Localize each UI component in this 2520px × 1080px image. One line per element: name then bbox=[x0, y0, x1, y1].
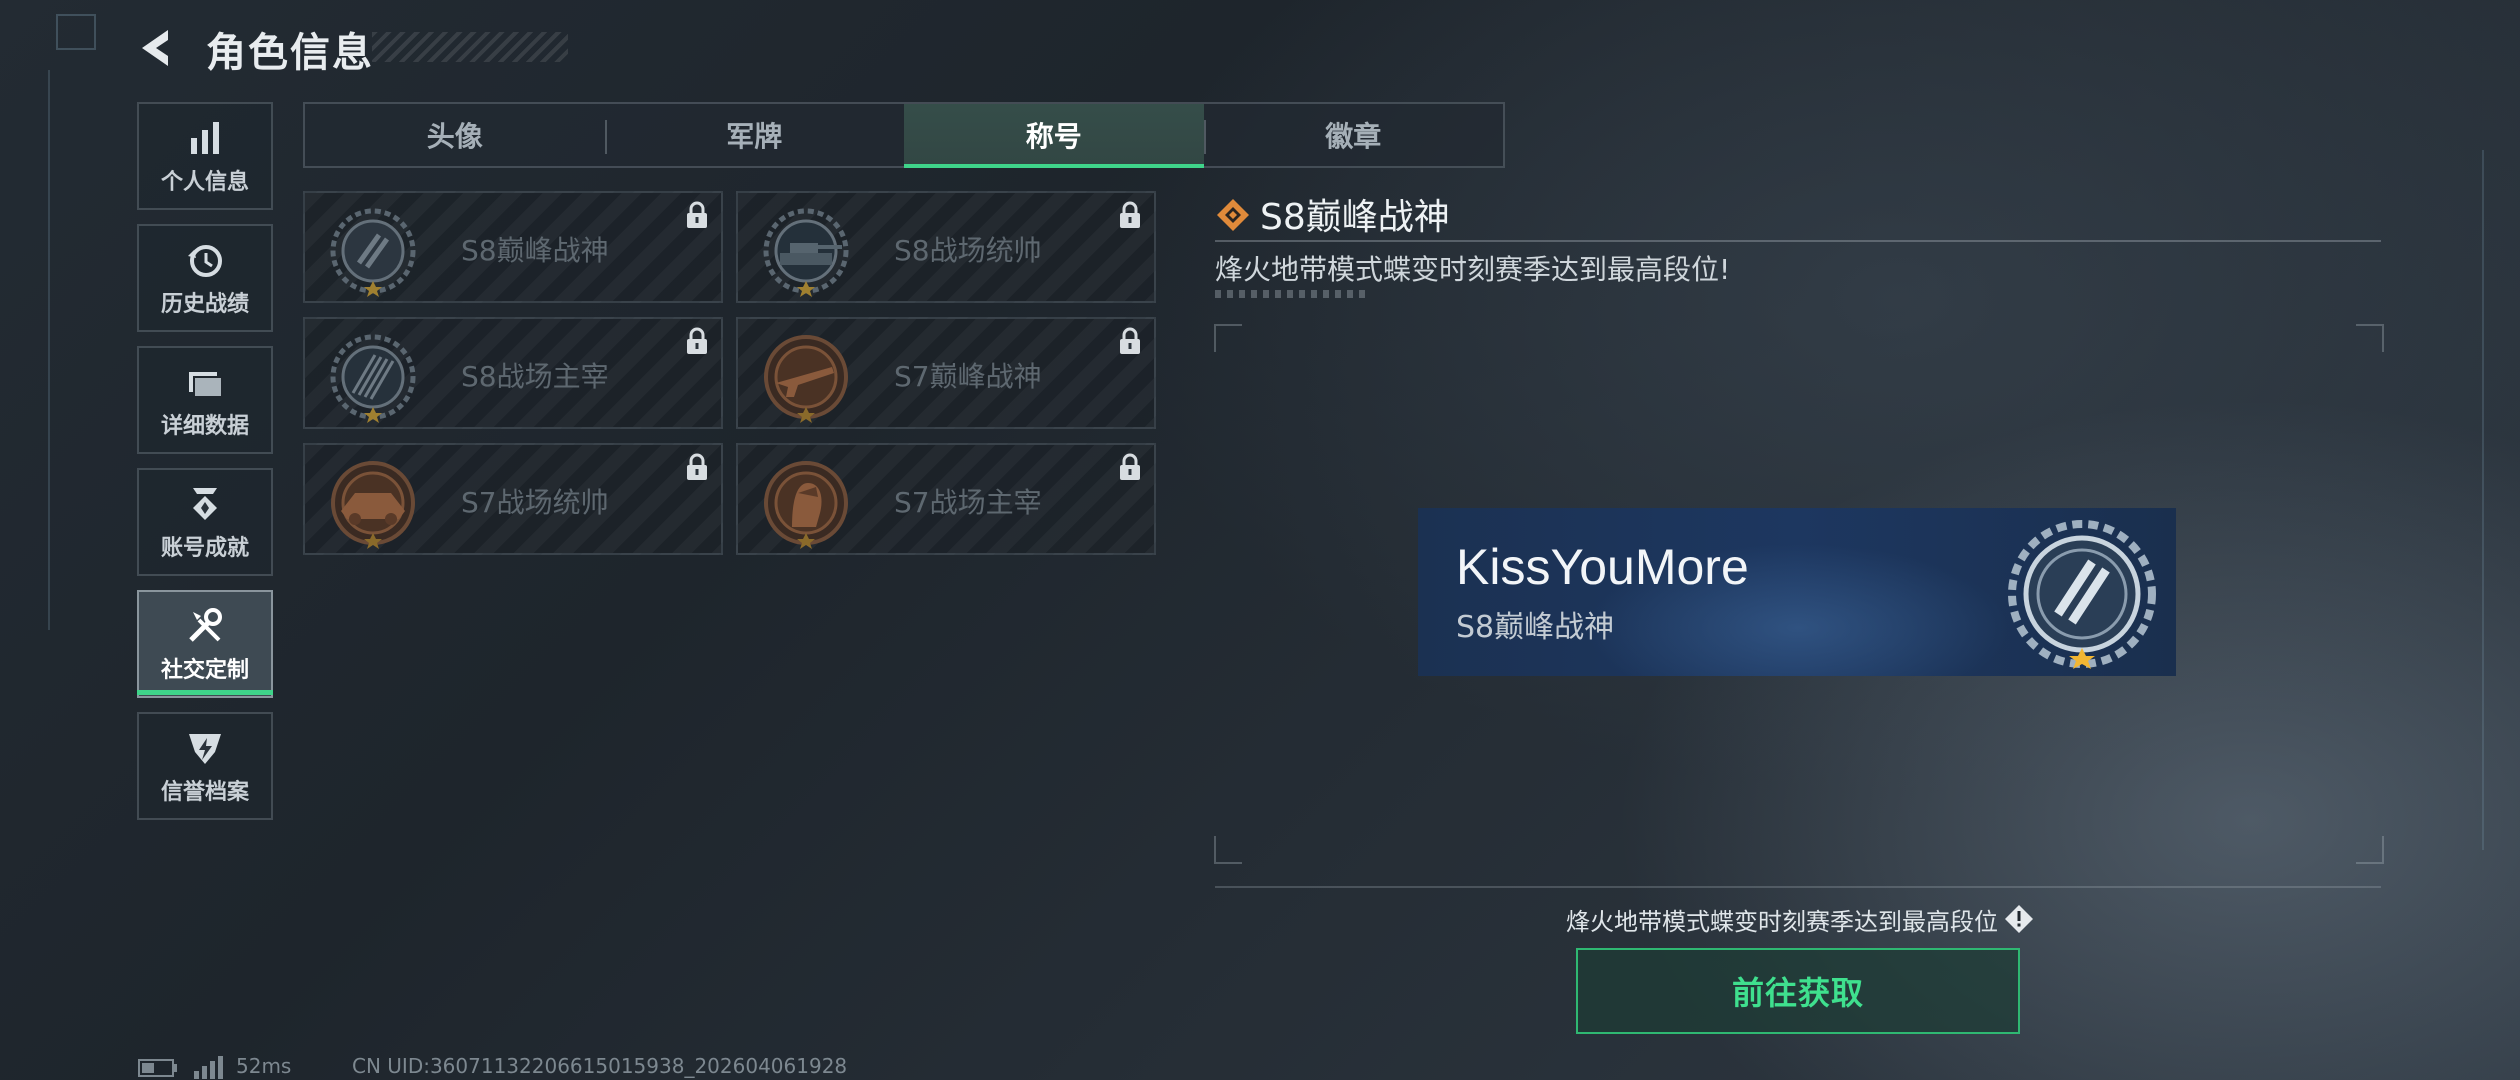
requirement-text: 烽火地带模式蝶变时刻赛季达到最高段位 bbox=[1566, 908, 1998, 936]
signal-strength-icon bbox=[194, 1056, 223, 1079]
page-title: 角色信息 bbox=[206, 30, 374, 76]
soldier-portrait-emblem-icon bbox=[764, 461, 848, 549]
title-preview-banner: KissYouMore S8巅峰战神 bbox=[1418, 508, 2176, 676]
hud-right-rail bbox=[2482, 150, 2484, 850]
lock-icon bbox=[1120, 453, 1140, 480]
sidebar-item-credit-file[interactable]: 信誉档案 bbox=[137, 712, 273, 820]
sidebar-item-label: 个人信息 bbox=[160, 170, 249, 195]
tab-badge[interactable]: 徽章 bbox=[1203, 104, 1504, 166]
laurel-wreath-emblem-icon bbox=[330, 208, 416, 297]
lock-icon bbox=[687, 453, 707, 480]
info-diamond-icon[interactable] bbox=[2004, 904, 2034, 934]
title-card-name: S7巅峰战神 bbox=[894, 360, 1042, 393]
requirement-divider bbox=[1215, 886, 2381, 888]
sidebar-item-history[interactable]: 历史战绩 bbox=[137, 224, 273, 332]
sidebar-item-detailed-data[interactable]: 详细数据 bbox=[137, 346, 273, 454]
laurel-wreath-emblem-icon bbox=[2008, 520, 2156, 669]
go-obtain-button[interactable]: 前往获取 bbox=[1576, 948, 2020, 1034]
title-card-name: S8巅峰战神 bbox=[461, 234, 609, 267]
missile-rack-emblem-icon bbox=[330, 334, 416, 423]
sidebar-item-label: 详细数据 bbox=[160, 414, 249, 439]
sidebar-active-indicator bbox=[137, 690, 273, 695]
title-card-s8-peak-god[interactable]: S8巅峰战神 bbox=[303, 191, 723, 303]
sidebar-item-personal-info[interactable]: 个人信息 bbox=[137, 102, 273, 210]
title-card-s8-battlefield-commander[interactable]: S8战场统帅 bbox=[736, 191, 1156, 303]
title-card-name: S7战场主宰 bbox=[894, 486, 1042, 519]
bar-chart-icon bbox=[191, 122, 219, 154]
sidebar-item-achievements[interactable]: 账号成就 bbox=[137, 468, 273, 576]
lock-icon bbox=[687, 201, 707, 228]
tab-dog-tag[interactable]: 军牌 bbox=[604, 104, 905, 166]
preview-frame-corner bbox=[2356, 836, 2384, 864]
title-card-s7-peak-god[interactable]: S7巅峰战神 bbox=[736, 317, 1156, 429]
lock-icon bbox=[1120, 201, 1140, 228]
hud-left-rail bbox=[48, 70, 50, 630]
title-hatch-decoration bbox=[372, 32, 568, 62]
battery-icon bbox=[138, 1059, 177, 1077]
title-card-s7-battlefield-commander[interactable]: S7战场统帅 bbox=[303, 443, 723, 555]
tools-icon bbox=[189, 608, 222, 642]
preview-title-name: S8巅峰战神 bbox=[1456, 610, 1615, 645]
ping-readout: 52ms bbox=[236, 1054, 292, 1078]
sidebar-item-label: 信誉档案 bbox=[160, 780, 249, 805]
detail-description: 烽火地带模式蝶变时刻赛季达到最高段位! bbox=[1215, 253, 1731, 286]
title-card-s7-battlefield-ruler[interactable]: S7战场主宰 bbox=[736, 443, 1156, 555]
sidebar-item-label: 历史战绩 bbox=[160, 292, 249, 317]
folder-icon bbox=[189, 372, 223, 398]
rifle-emblem-icon bbox=[764, 335, 848, 423]
armored-vehicle-emblem-icon bbox=[331, 461, 415, 549]
title-card-name: S7战场统帅 bbox=[461, 486, 609, 519]
tank-emblem-icon bbox=[763, 208, 849, 297]
tab-bar: 头像 军牌 称号 徽章 bbox=[303, 102, 1505, 168]
tab-title[interactable]: 称号 bbox=[904, 104, 1204, 168]
preview-player-name: KissYouMore bbox=[1456, 539, 1749, 595]
sidebar-item-label: 社交定制 bbox=[160, 658, 249, 683]
tab-avatar[interactable]: 头像 bbox=[305, 104, 605, 166]
uid-readout: CN UID:36071132206615015938_202604061928 bbox=[352, 1054, 848, 1078]
history-clock-icon bbox=[188, 245, 222, 277]
detail-divider bbox=[1215, 240, 2381, 242]
sidebar-item-label: 账号成就 bbox=[160, 536, 249, 561]
title-card-name: S8战场主宰 bbox=[461, 360, 609, 393]
hud-corner-mark bbox=[56, 14, 96, 50]
title-card-name: S8战场统帅 bbox=[894, 234, 1042, 267]
detail-obscured-text bbox=[1215, 290, 1365, 298]
back-arrow-icon[interactable] bbox=[136, 26, 180, 70]
diamond-rank-icon bbox=[1217, 199, 1249, 231]
sidebar-item-social-custom[interactable]: 社交定制 bbox=[137, 590, 273, 698]
detail-title: S8巅峰战神 bbox=[1260, 197, 1450, 238]
lock-icon bbox=[687, 327, 707, 354]
lock-icon bbox=[1120, 327, 1140, 354]
preview-frame-corner bbox=[1214, 324, 1242, 352]
shield-lightning-icon bbox=[189, 734, 221, 764]
preview-frame-corner bbox=[1214, 836, 1242, 864]
achievement-badge-icon bbox=[193, 488, 217, 520]
title-card-s8-battlefield-ruler[interactable]: S8战场主宰 bbox=[303, 317, 723, 429]
preview-frame-corner bbox=[2356, 324, 2384, 352]
